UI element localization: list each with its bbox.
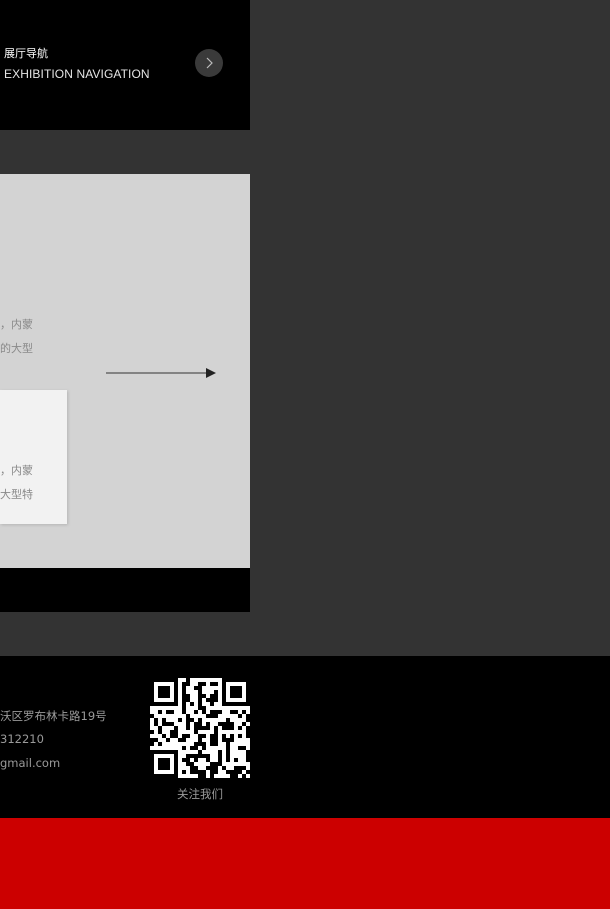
- gallery-text-line-1: ，内蒙: [0, 318, 33, 331]
- exhibition-gallery: ，内蒙 的大型 ，内蒙 大型特: [0, 174, 250, 568]
- card-text-line-1: ，内蒙: [0, 464, 33, 477]
- nav-next-button[interactable]: [195, 49, 223, 77]
- qr-code-image: [150, 678, 250, 778]
- chevron-right-icon: [206, 57, 213, 69]
- gallery-bottom-strip: [0, 568, 250, 612]
- nav-subtitle: EXHIBITION NAVIGATION: [4, 67, 150, 81]
- site-footer: 沃区罗布林卡路19号 312210 gmail.com 关注我们: [0, 656, 610, 818]
- footer-email[interactable]: gmail.com: [0, 756, 60, 770]
- qr-code-icon: [150, 678, 250, 778]
- gallery-text-line-2: 的大型: [0, 342, 33, 355]
- nav-title: 展厅导航: [4, 47, 48, 60]
- bottom-red-bar: [0, 818, 610, 909]
- exhibit-card[interactable]: ，内蒙 大型特: [0, 390, 67, 524]
- footer-address: 沃区罗布林卡路19号: [0, 709, 107, 723]
- gallery-next-arrow[interactable]: [106, 366, 218, 380]
- exhibition-navigation-panel: 展厅导航 EXHIBITION NAVIGATION: [0, 0, 250, 130]
- footer-phone: 312210: [0, 732, 44, 746]
- card-text-line-2: 大型特: [0, 488, 33, 501]
- qr-caption: 关注我们: [177, 787, 223, 801]
- arrow-right-icon: [106, 368, 216, 378]
